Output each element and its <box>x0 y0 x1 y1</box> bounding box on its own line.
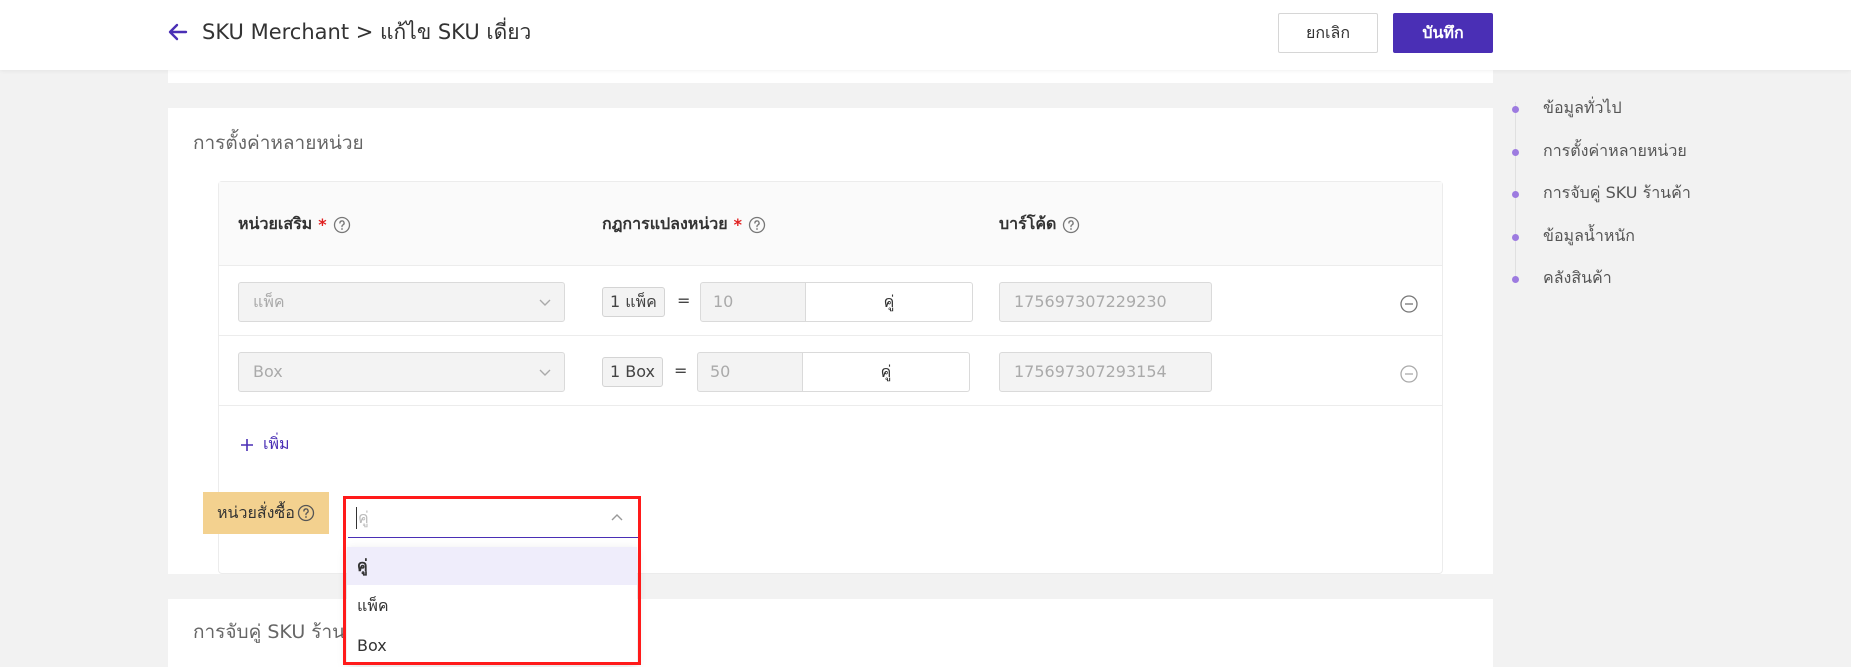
help-icon[interactable] <box>748 216 766 234</box>
remove-row-icon[interactable] <box>1399 364 1419 384</box>
chevron-up-icon <box>611 514 623 521</box>
cancel-button[interactable]: ยกเลิก <box>1278 13 1378 53</box>
ratio-tag: 1 แพ็ค <box>602 287 665 317</box>
table-row: Box 1 Box = 50 คู่ 175697307293154 <box>219 336 1442 406</box>
multi-unit-title: การตั้งค่าหลายหน่วย <box>193 132 364 154</box>
order-unit-dropdown: คู่ แพ็ค Box <box>347 547 637 665</box>
nav-dot <box>1512 106 1519 113</box>
extra-unit-select[interactable]: Box <box>238 352 565 392</box>
text-caret <box>356 507 357 529</box>
breadcrumb: SKU Merchant > แก้ไข SKU เดี่ยว <box>202 20 532 44</box>
nav-item-warehouse[interactable]: คลังสินค้า <box>1543 266 1612 290</box>
remove-row-icon[interactable] <box>1399 294 1419 314</box>
nav-item-sku-mapping[interactable]: การจับคู่ SKU ร้านค้า <box>1543 181 1691 205</box>
table-header: หน่วยเสริม * กฎการแปลงหน่วย * บาร์โค้ด <box>219 182 1442 266</box>
nav-dot <box>1512 234 1519 241</box>
base-unit-field: คู่ <box>803 352 970 392</box>
sku-mapping-title: การจับคู่ SKU ร้าน <box>193 621 346 643</box>
nav-item-weight[interactable]: ข้อมูลน้ำหนัก <box>1543 224 1635 248</box>
barcode-input[interactable]: 175697307293154 <box>999 352 1212 392</box>
ratio-tag: 1 Box <box>602 357 664 387</box>
dropdown-option[interactable]: Box <box>347 627 637 665</box>
order-unit-select[interactable]: คู่ <box>348 498 638 538</box>
top-header: SKU Merchant > แก้ไข SKU เดี่ยว ยกเลิก บ… <box>0 0 1851 70</box>
help-icon[interactable] <box>1062 216 1080 234</box>
column-header-barcode: บาร์โค้ด <box>999 212 1080 237</box>
table-row: แพ็ค 1 แพ็ค = 10 คู่ 175697307229230 <box>219 266 1442 336</box>
quantity-input[interactable]: 50 <box>697 352 803 392</box>
nav-dot <box>1512 191 1519 198</box>
section-nav: ข้อมูลทั่วไป การตั้งค่าหลายหน่วย การจับค… <box>1512 92 1765 292</box>
column-header-conversion-rule: กฎการแปลงหน่วย * <box>602 212 766 237</box>
add-unit-button[interactable]: เพิ่ม <box>239 432 290 457</box>
chevron-down-icon <box>539 299 551 306</box>
nav-dot <box>1512 276 1519 283</box>
equals-sign: = <box>677 291 691 310</box>
required-mark: * <box>733 215 742 234</box>
previous-card-bottom <box>168 70 1493 83</box>
nav-item-general[interactable]: ข้อมูลทั่วไป <box>1543 96 1622 120</box>
help-icon[interactable] <box>297 504 315 522</box>
back-arrow-icon[interactable] <box>166 20 190 44</box>
barcode-input[interactable]: 175697307229230 <box>999 282 1212 322</box>
multi-unit-card: การตั้งค่าหลายหน่วย หน่วยเสริม * กฎการแป… <box>168 108 1493 574</box>
order-unit-label: หน่วยสั่งซื้อ <box>203 492 329 534</box>
nav-item-multi-unit[interactable]: การตั้งค่าหลายหน่วย <box>1543 139 1687 163</box>
help-icon[interactable] <box>333 216 351 234</box>
nav-dot <box>1512 149 1519 156</box>
extra-unit-select[interactable]: แพ็ค <box>238 282 565 322</box>
dropdown-option[interactable]: แพ็ค <box>347 587 637 625</box>
base-unit-field: คู่ <box>806 282 973 322</box>
plus-icon <box>241 438 253 451</box>
required-mark: * <box>318 215 327 234</box>
equals-sign: = <box>674 361 688 380</box>
dropdown-option[interactable]: คู่ <box>347 547 637 585</box>
quantity-input[interactable]: 10 <box>700 282 806 322</box>
save-button[interactable]: บันทึก <box>1393 13 1493 53</box>
chevron-down-icon <box>539 369 551 376</box>
column-header-extra-unit: หน่วยเสริม * <box>238 212 351 237</box>
